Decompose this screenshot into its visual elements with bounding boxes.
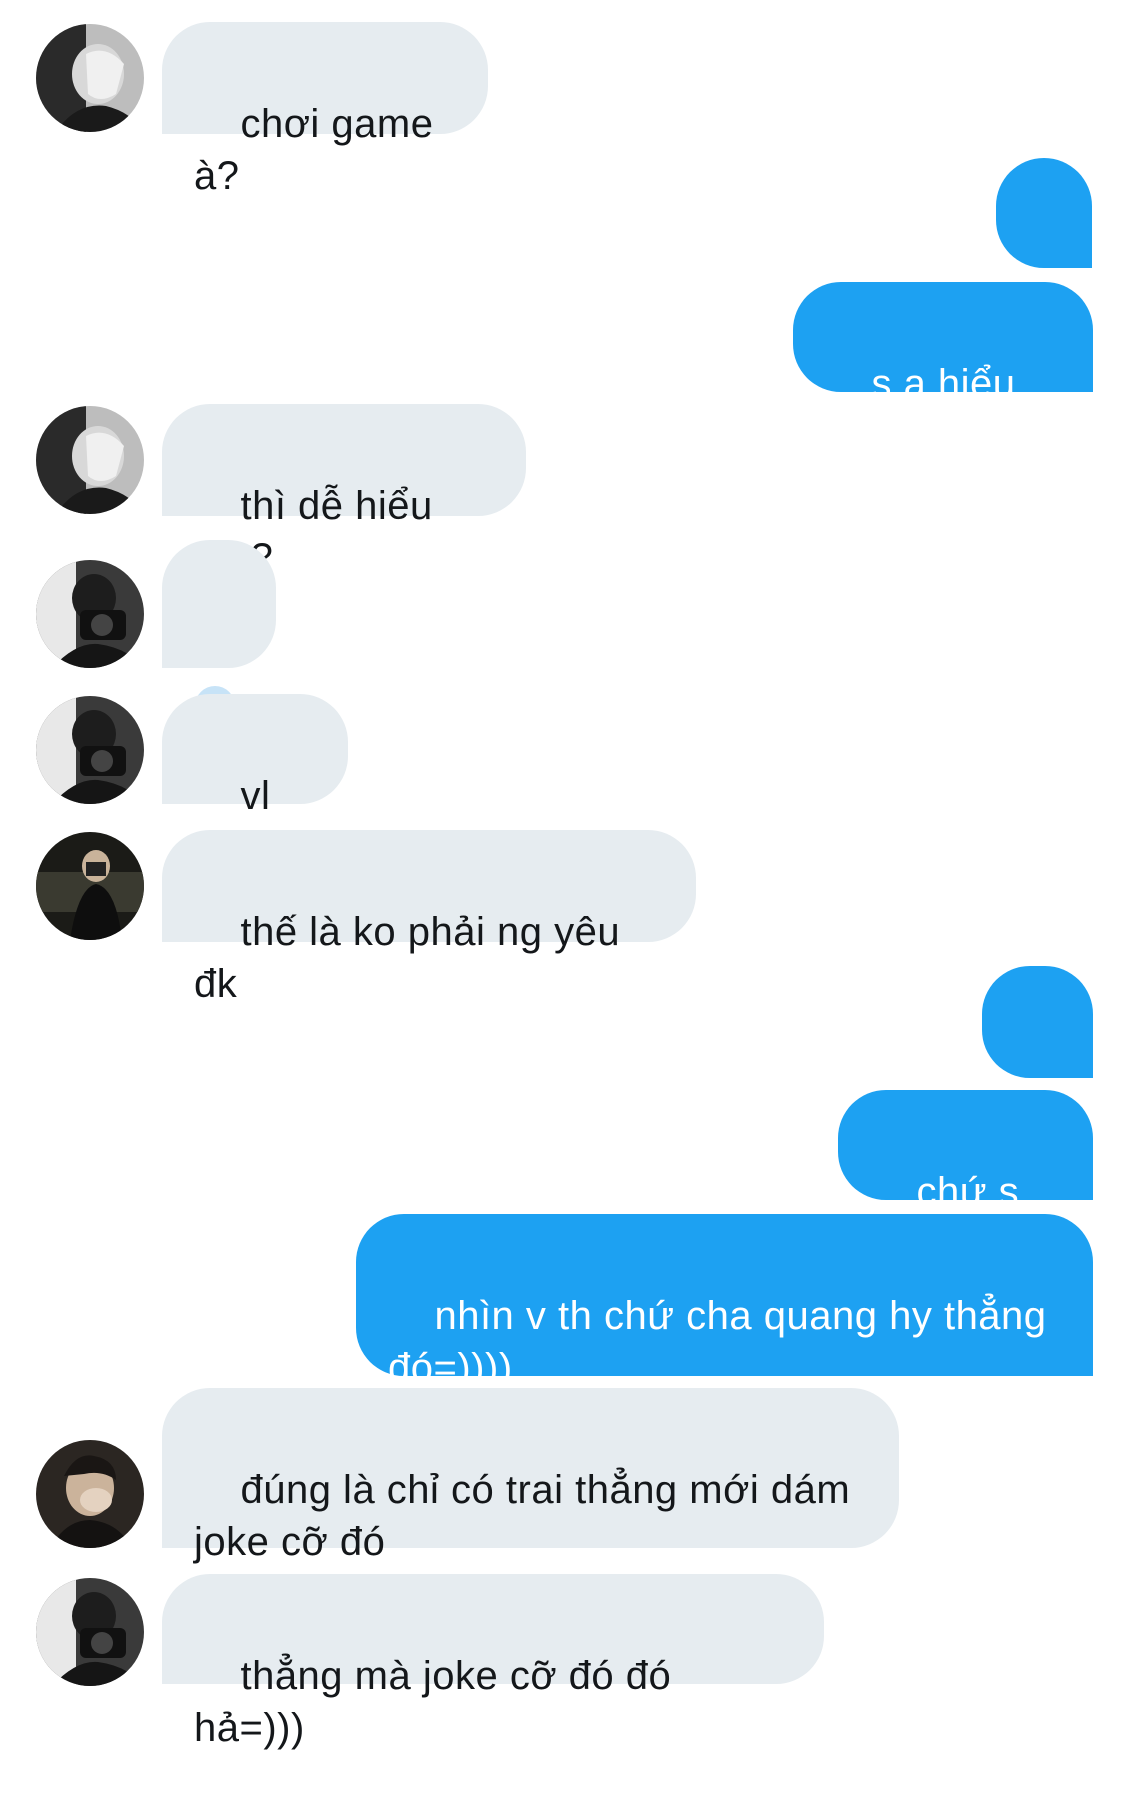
message-bubble-outgoing[interactable]: s a hiểu =))) bbox=[793, 282, 1093, 458]
message-text: s a hiểu =))) bbox=[825, 362, 1028, 458]
message-bubble-outgoing[interactable]: vl bbox=[996, 158, 1092, 334]
message-text: chơi game à? bbox=[194, 102, 446, 198]
avatar[interactable] bbox=[36, 832, 144, 940]
message-text: đúng là chỉ có trai thẳng mới dám joke c… bbox=[194, 1468, 851, 1564]
message-bubble-incoming[interactable]: thì dễ hiểu mà? bbox=[162, 404, 526, 580]
message-bubble-incoming[interactable]: thế là ko phải ng yêu đk bbox=[162, 830, 696, 1006]
avatar[interactable] bbox=[36, 24, 144, 132]
message-bubble-incoming[interactable]: đúng là chỉ có trai thẳng mới dám joke c… bbox=[162, 1388, 899, 1564]
message-text: thế là ko phải ng yêu đk bbox=[194, 910, 632, 1006]
message-thread: chơi game à? vl s a hiểu =))) thì dễ hiể… bbox=[0, 0, 1125, 1750]
avatar[interactable] bbox=[36, 406, 144, 514]
message-text: thẳng mà joke cỡ đó đó hả=))) bbox=[194, 1654, 683, 1750]
message-bubble-incoming[interactable] bbox=[162, 540, 276, 736]
message-bubble-outgoing[interactable]: uh bbox=[982, 966, 1093, 1142]
message-text: nhìn v th chứ cha quang hy thẳng đó=)))) bbox=[388, 1294, 1047, 1390]
message-bubble-incoming[interactable]: thẳng mà joke cỡ đó đó hả=))) bbox=[162, 1574, 824, 1750]
message-bubble-incoming[interactable]: vl thật bbox=[162, 694, 348, 870]
avatar[interactable] bbox=[36, 1440, 144, 1548]
message-bubble-incoming[interactable]: chơi game à? bbox=[162, 22, 488, 198]
avatar[interactable] bbox=[36, 1578, 144, 1686]
message-bubble-outgoing[interactable]: nhìn v th chứ cha quang hy thẳng đó=)))) bbox=[356, 1214, 1093, 1390]
avatar[interactable] bbox=[36, 696, 144, 804]
message-bubble-outgoing[interactable]: chứ s nữa bbox=[838, 1090, 1093, 1266]
avatar[interactable] bbox=[36, 560, 144, 668]
